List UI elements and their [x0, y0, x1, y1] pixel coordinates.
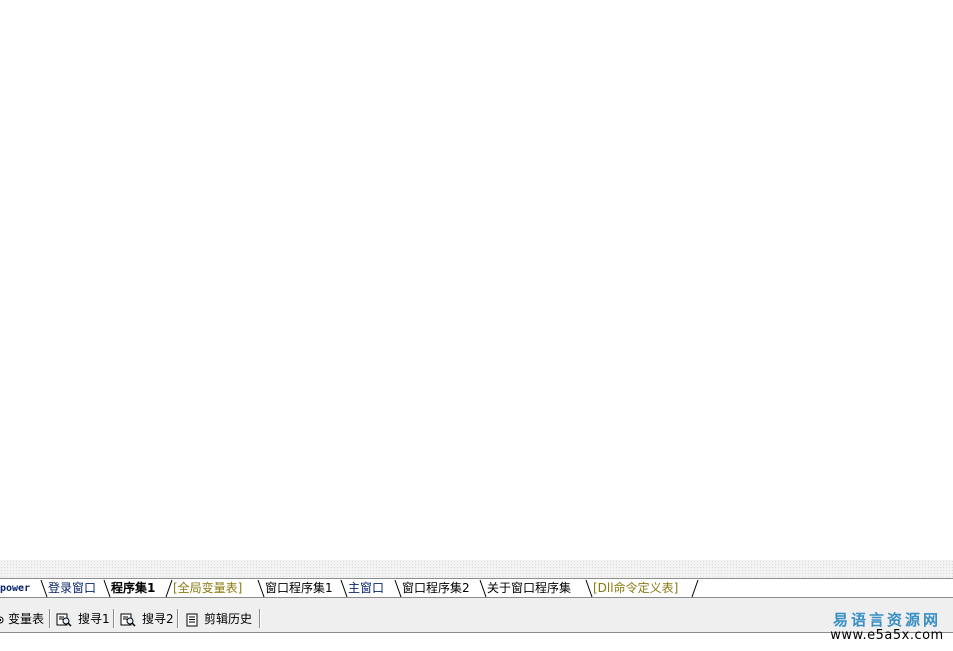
tab-main-window[interactable]: 主窗口: [340, 579, 385, 598]
brand-url: www.e5a5x.com: [830, 628, 944, 643]
tab-login-window[interactable]: 登录窗口: [40, 579, 97, 598]
toolbar-divider: [177, 609, 179, 628]
toolbar-divider: [113, 609, 115, 628]
search-icon: [120, 613, 136, 627]
tab-label: 窗口程序集1: [265, 581, 333, 595]
tab-separator: [585, 579, 593, 598]
search-icon: [56, 613, 72, 627]
search-2-button[interactable]: 搜寻2: [120, 610, 174, 628]
watermark-logo: 易语言资源网 www.e5a5x.com: [827, 612, 947, 643]
tab-label: 关于窗口程序集: [487, 581, 572, 595]
search-2-label: 搜寻2: [142, 612, 174, 626]
tab-label: 登录窗口: [48, 581, 97, 595]
tab-dll-command-table[interactable]: [Dll命令定义表]: [585, 579, 679, 598]
clipboard-icon: [186, 613, 198, 626]
panel-splitter[interactable]: [0, 560, 953, 578]
tab-label: 程序集1: [111, 581, 156, 595]
footer-area: [0, 633, 953, 651]
toolbar-divider: [259, 609, 261, 628]
search-1-button[interactable]: 搜寻1: [56, 610, 110, 628]
tab-separator: [394, 579, 402, 598]
tab-separator: [103, 579, 111, 598]
tab-global-variables[interactable]: [全局变量表]: [165, 579, 243, 598]
tab-label: [Dll命令定义表]: [593, 581, 679, 595]
tab-separator: [340, 579, 348, 598]
toolbar-spacer: [0, 598, 953, 605]
bottom-panel-toolbar: 变量表 搜寻1 搜寻2 剪辑历史: [0, 605, 953, 633]
search-1-label: 搜寻1: [78, 612, 110, 626]
brand-name: 易语言资源网: [832, 611, 941, 629]
tab-label: 窗口程序集2: [402, 581, 470, 595]
code-editor-area[interactable]: [0, 0, 953, 560]
tab-power[interactable]: power: [0, 580, 30, 597]
tab-window-program-set-1[interactable]: 窗口程序集1: [257, 579, 333, 598]
tab-label: [全局变量表]: [173, 581, 243, 595]
clipboard-history-button[interactable]: 剪辑历史: [186, 610, 252, 628]
tab-about-window-program-set[interactable]: 关于窗口程序集: [479, 579, 572, 598]
tab-separator: [691, 579, 699, 598]
variables-table-button[interactable]: 变量表: [0, 610, 44, 628]
tab-separator: [479, 579, 487, 598]
clipboard-history-label: 剪辑历史: [204, 612, 253, 626]
tab-window-program-set-2[interactable]: 窗口程序集2: [394, 579, 470, 598]
tab-separator: [40, 579, 48, 598]
radio-icon: [0, 616, 4, 623]
document-tab-strip: power 登录窗口 程序集1 [全局变量表] 窗口程序集1 主窗口 窗口程序集…: [0, 578, 953, 598]
toolbar-divider: [49, 609, 51, 628]
tab-program-set-1[interactable]: 程序集1: [103, 579, 156, 598]
variables-table-label: 变量表: [8, 612, 45, 626]
tab-separator: [165, 579, 173, 598]
tab-label: 主窗口: [348, 581, 385, 595]
tab-separator: [257, 579, 265, 598]
